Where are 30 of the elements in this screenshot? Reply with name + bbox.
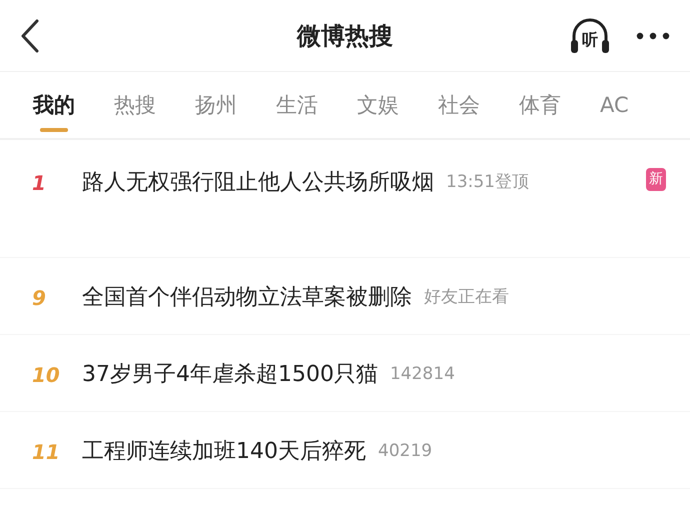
- rank-number: 1: [32, 170, 47, 197]
- category-tab[interactable]: 热搜: [114, 72, 156, 136]
- category-tab[interactable]: 我的: [33, 72, 75, 136]
- category-tab[interactable]: 文娱: [357, 72, 399, 136]
- rank-number: 9: [32, 285, 47, 312]
- category-tab[interactable]: 生活: [276, 72, 318, 136]
- hot-search-row[interactable]: 1 路人无权强行阻止他人公共场所吸烟 13:51登顶 新: [0, 140, 690, 258]
- active-tab-indicator: [40, 128, 68, 132]
- hot-search-row[interactable]: 9 全国首个伴侣动物立法草案被删除 好友正在看: [0, 258, 690, 335]
- back-icon[interactable]: [20, 18, 40, 52]
- category-tab[interactable]: 扬州: [195, 72, 237, 136]
- category-tab[interactable]: AC: [600, 72, 629, 136]
- topic-title: 37岁男子4年虐杀超1500只猫: [82, 361, 378, 389]
- topic-meta: 好友正在看: [424, 286, 509, 309]
- topic-title: 路人无权强行阻止他人公共场所吸烟: [82, 169, 434, 197]
- new-badge: 新: [646, 168, 666, 191]
- page-title: 微博热搜: [297, 20, 393, 52]
- hot-search-row[interactable]: 10 37岁男子4年虐杀超1500只猫 142814: [0, 335, 690, 412]
- topic-title: 全国首个伴侣动物立法草案被删除: [82, 284, 412, 312]
- category-tab[interactable]: 体育: [519, 72, 561, 136]
- rank-number: 10: [32, 362, 61, 389]
- topic-meta: 13:51登顶: [446, 171, 529, 194]
- topic-meta: 142814: [390, 363, 455, 386]
- hot-search-row[interactable]: 11 工程师连续加班140天后猝死 40219: [0, 412, 690, 489]
- listen-button[interactable]: 听: [568, 16, 612, 56]
- category-tab[interactable]: 社会: [438, 72, 480, 136]
- more-icon[interactable]: [636, 32, 670, 40]
- rank-number: 11: [32, 439, 61, 466]
- topic-meta: 40219: [378, 440, 432, 463]
- topic-title: 工程师连续加班140天后猝死: [82, 438, 366, 466]
